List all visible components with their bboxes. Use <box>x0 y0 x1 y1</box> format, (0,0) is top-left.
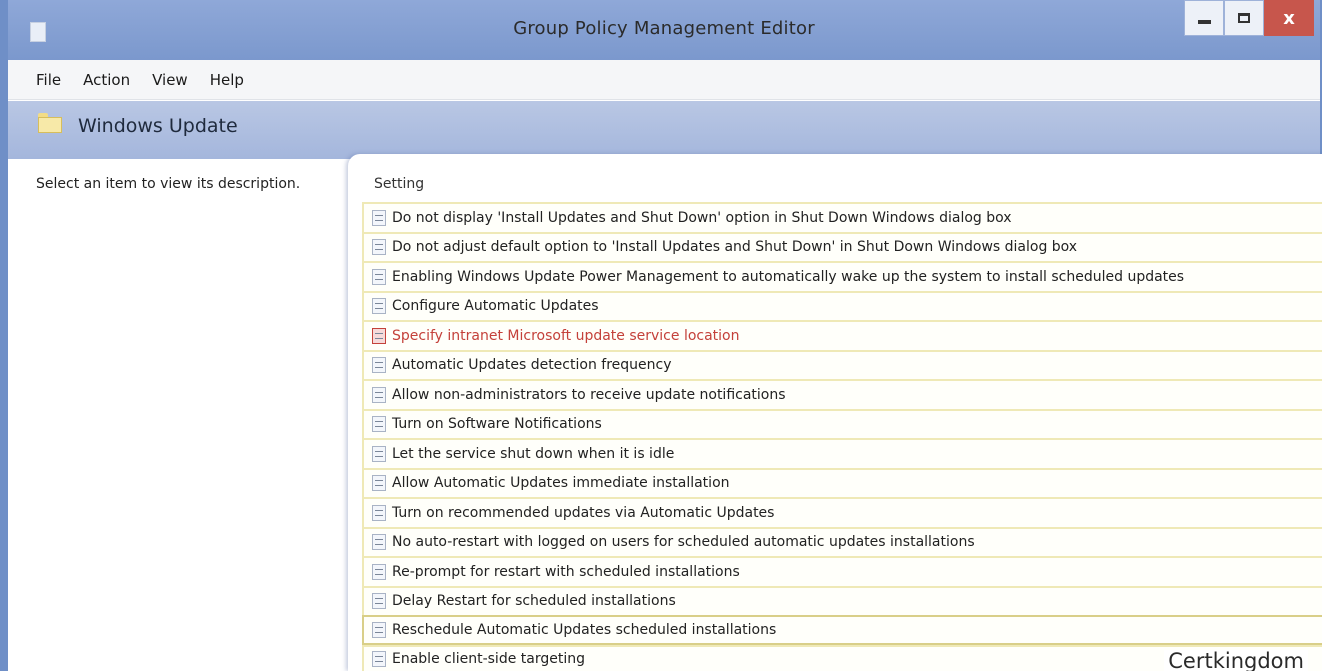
setting-row[interactable]: Do not display 'Install Updates and Shut… <box>362 202 1322 232</box>
policy-setting-icon <box>372 621 386 638</box>
setting-label: Automatic Updates detection frequency <box>392 357 672 374</box>
policy-setting-icon <box>372 651 386 668</box>
app-window: Group Policy Management Editor x File Ac… <box>0 0 1322 671</box>
setting-label: Let the service shut down when it is idl… <box>392 445 675 462</box>
title-bar[interactable]: Group Policy Management Editor x <box>8 0 1320 60</box>
setting-row[interactable]: Allow non-administrators to receive upda… <box>362 379 1322 409</box>
setting-label: Reschedule Automatic Updates scheduled i… <box>392 621 777 638</box>
folder-icon <box>38 113 62 133</box>
setting-label: Specify intranet Microsoft update servic… <box>392 327 740 344</box>
setting-row[interactable]: Enabling Windows Update Power Management… <box>362 261 1322 291</box>
setting-label: Turn on recommended updates via Automati… <box>392 504 775 521</box>
setting-row[interactable]: Allow Automatic Updates immediate instal… <box>362 467 1322 497</box>
setting-row[interactable]: Turn on recommended updates via Automati… <box>362 497 1322 527</box>
policy-setting-icon <box>372 534 386 551</box>
policy-setting-icon <box>372 593 386 610</box>
settings-list: Do not display 'Install Updates and Shut… <box>362 202 1322 671</box>
policy-setting-icon <box>372 386 386 403</box>
menu-bar: File Action View Help <box>8 60 1320 100</box>
policy-setting-icon <box>372 504 386 521</box>
setting-label: Turn on Software Notifications <box>392 416 602 433</box>
policy-setting-icon <box>372 357 386 374</box>
menu-help[interactable]: Help <box>210 71 244 89</box>
close-button[interactable]: x <box>1264 0 1314 36</box>
setting-row[interactable]: Re-prompt for restart with scheduled ins… <box>362 556 1322 586</box>
watermark-text: Certkingdom <box>1164 650 1308 671</box>
setting-label: No auto-restart with logged on users for… <box>392 534 975 551</box>
setting-label: Enable client-side targeting <box>392 651 585 668</box>
minimize-button[interactable] <box>1184 0 1224 36</box>
policy-setting-icon <box>372 239 386 256</box>
settings-pane: Setting Do not display 'Install Updates … <box>348 154 1322 671</box>
setting-label: Enabling Windows Update Power Management… <box>392 268 1185 285</box>
setting-label: Do not adjust default option to 'Install… <box>392 239 1078 256</box>
minimize-icon <box>1197 20 1211 24</box>
policy-setting-icon <box>372 268 386 285</box>
setting-row-selected[interactable]: Reschedule Automatic Updates scheduled i… <box>362 615 1322 645</box>
column-header-setting[interactable]: Setting <box>374 176 424 192</box>
maximize-icon <box>1238 13 1250 23</box>
description-pane: Select an item to view its description. <box>8 159 348 671</box>
setting-row[interactable]: Automatic Updates detection frequency <box>362 349 1322 379</box>
setting-label: Configure Automatic Updates <box>392 298 599 315</box>
setting-row[interactable]: Delay Restart for scheduled installation… <box>362 585 1322 615</box>
setting-row[interactable]: Configure Automatic Updates <box>362 290 1322 320</box>
setting-label: Allow Automatic Updates immediate instal… <box>392 475 730 492</box>
maximize-button[interactable] <box>1224 0 1264 36</box>
setting-label: Allow non-administrators to receive upda… <box>392 386 786 403</box>
setting-row[interactable]: Let the service shut down when it is idl… <box>362 438 1322 468</box>
setting-row[interactable]: Specify intranet Microsoft update servic… <box>362 320 1322 350</box>
menu-file[interactable]: File <box>36 71 61 89</box>
policy-setting-icon <box>372 445 386 462</box>
policy-setting-icon <box>372 298 386 315</box>
setting-row[interactable]: Do not adjust default option to 'Install… <box>362 231 1322 261</box>
window-controls: x <box>1184 0 1314 36</box>
setting-label: Re-prompt for restart with scheduled ins… <box>392 563 740 580</box>
policy-setting-icon <box>372 327 386 344</box>
menu-view[interactable]: View <box>152 71 188 89</box>
setting-label: Delay Restart for scheduled installation… <box>392 593 676 610</box>
window-title: Group Policy Management Editor <box>513 18 815 39</box>
setting-row[interactable]: No auto-restart with logged on users for… <box>362 526 1322 556</box>
policy-setting-icon <box>372 475 386 492</box>
section-banner: Windows Update <box>8 101 1320 159</box>
section-title: Windows Update <box>78 115 238 137</box>
policy-setting-icon <box>372 563 386 580</box>
setting-label: Do not display 'Install Updates and Shut… <box>392 209 1012 226</box>
policy-setting-icon <box>372 209 386 226</box>
setting-row[interactable]: Turn on Software Notifications <box>362 408 1322 438</box>
policy-setting-icon <box>372 416 386 433</box>
menu-action[interactable]: Action <box>83 71 130 89</box>
description-text: Select an item to view its description. <box>36 176 301 192</box>
